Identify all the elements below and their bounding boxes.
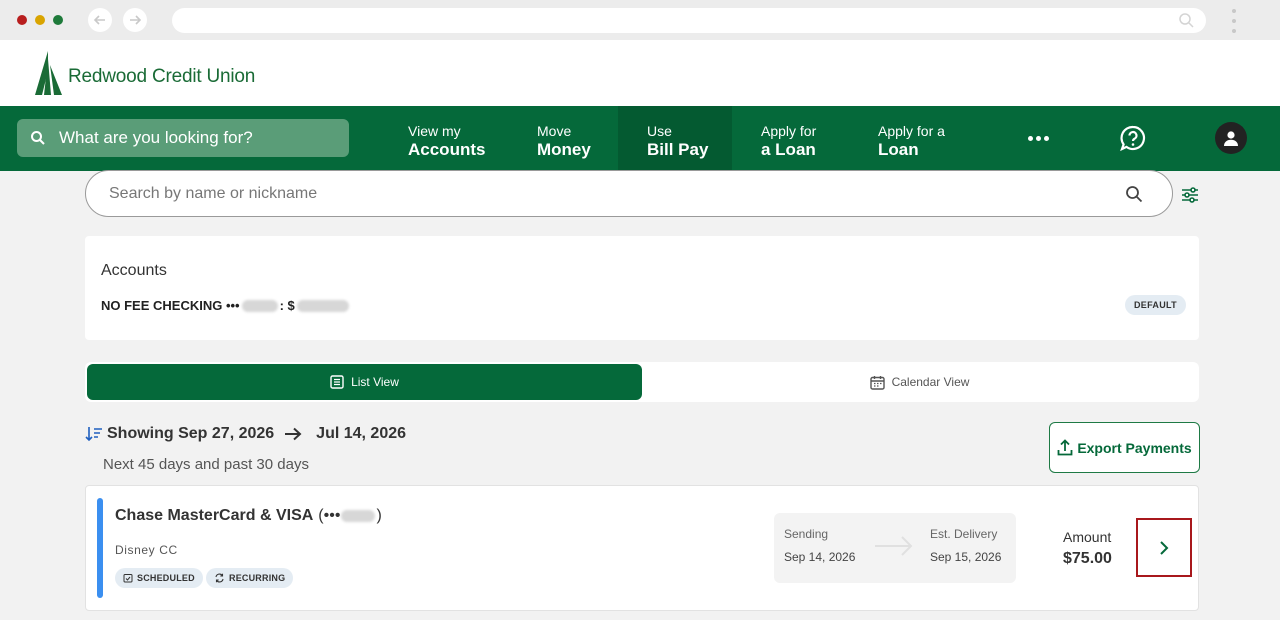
kebab-icon[interactable]	[1229, 9, 1239, 33]
arrow-right-icon	[285, 427, 302, 441]
minimize-window-dot[interactable]	[35, 15, 45, 25]
search-icon[interactable]	[1125, 185, 1143, 203]
amount-label: Amount	[1063, 529, 1112, 545]
export-payments-button[interactable]: Export Payments	[1049, 422, 1200, 473]
amount-value: $75.00	[1063, 550, 1112, 567]
accounts-card: Accounts NO FEE CHECKING ••• : $ DEFAULT	[85, 236, 1199, 340]
payment-details-button[interactable]	[1136, 518, 1192, 577]
payee-account-suffix: (••• )	[318, 507, 381, 525]
user-profile-icon[interactable]	[1215, 122, 1247, 154]
calendar-icon	[869, 375, 885, 390]
view-toggle: List View Calendar View	[85, 362, 1199, 402]
nav-item-line2: Loan	[878, 140, 919, 159]
main-nav: What are you looking for? View my Accoun…	[0, 106, 1280, 171]
browser-forward-button[interactable]	[123, 8, 147, 32]
payment-dates: Sending Sep 14, 2026 Est. Delivery Sep 1…	[774, 513, 1016, 583]
masked-payee-account	[341, 510, 376, 522]
nav-item-line2: Bill Pay	[647, 140, 709, 159]
chevron-right-icon	[1160, 540, 1169, 555]
nav-item-line1: Move	[537, 123, 572, 139]
repeat-icon	[215, 573, 224, 583]
sending-date: Sep 14, 2026	[784, 550, 856, 564]
site-search-input[interactable]: What are you looking for?	[17, 119, 349, 157]
nav-item-line1: Apply for	[761, 123, 817, 139]
scheduled-label: SCHEDULED	[137, 573, 195, 583]
masked-balance	[296, 299, 349, 312]
redwood-tree-icon	[35, 51, 62, 95]
site-search-placeholder: What are you looking for?	[59, 128, 253, 147]
range-subtitle: Next 45 days and past 30 days	[103, 456, 309, 473]
date-range: Showing Sep 27, 2026 Jul 14, 2026	[85, 425, 406, 443]
nav-item-line2: Accounts	[408, 140, 486, 159]
scheduled-badge: SCHEDULED	[115, 568, 203, 588]
suffix-close: )	[376, 507, 382, 524]
browser-chrome	[0, 0, 1280, 40]
recurring-label: RECURRING	[229, 573, 286, 583]
more-options-icon[interactable]	[1028, 136, 1049, 141]
nav-apply-for-a-loan[interactable]: Apply for a Loan	[878, 106, 945, 171]
nav-item-line2: Money	[537, 140, 591, 159]
account-separator: : $	[279, 298, 295, 313]
maximize-window-dot[interactable]	[53, 15, 63, 25]
payee-search-placeholder: Search by name or nickname	[109, 184, 318, 202]
sending-label: Sending	[784, 527, 829, 541]
list-view-button[interactable]: List View	[87, 364, 642, 400]
person-icon	[1224, 131, 1238, 146]
upload-icon	[1057, 439, 1073, 456]
filter-sliders-icon[interactable]	[1181, 187, 1199, 203]
recurring-badge: RECURRING	[206, 568, 294, 588]
list-icon	[330, 375, 344, 389]
accounts-title: Accounts	[101, 262, 167, 279]
status-bar	[97, 498, 103, 598]
arrow-right-icon	[875, 536, 913, 556]
range-start: Showing Sep 27, 2026	[107, 425, 275, 442]
arrow-left-icon	[93, 15, 105, 25]
brand-name: Redwood Credit Union	[68, 66, 256, 87]
list-view-label: List View	[351, 375, 399, 389]
search-icon	[1179, 13, 1194, 28]
account-row[interactable]: NO FEE CHECKING ••• : $	[101, 298, 349, 313]
help-chat-icon[interactable]	[1118, 124, 1148, 154]
close-window-dot[interactable]	[17, 15, 27, 25]
calendar-view-label: Calendar View	[891, 375, 970, 389]
payee-search-input[interactable]: Search by name or nickname	[85, 170, 1173, 217]
masked-account-number	[241, 299, 278, 312]
nav-move-money[interactable]: Move Money	[537, 106, 591, 171]
delivery-label: Est. Delivery	[930, 527, 998, 541]
sort-icon[interactable]	[85, 426, 103, 442]
calendar-check-icon	[123, 574, 133, 583]
suffix-open: (•••	[318, 507, 341, 524]
nav-bill-pay[interactable]: Use Bill Pay	[618, 106, 732, 171]
account-name: NO FEE CHECKING •••	[101, 298, 240, 313]
browser-back-button[interactable]	[88, 8, 112, 32]
nav-apply-loan[interactable]: Apply for a Loan	[761, 106, 816, 171]
address-bar[interactable]	[172, 8, 1206, 33]
default-badge: DEFAULT	[1125, 295, 1186, 315]
export-label: Export Payments	[1077, 439, 1192, 456]
nav-item-line2: a Loan	[761, 140, 816, 159]
delivery-date: Sep 15, 2026	[930, 550, 1002, 564]
payment-card[interactable]: Chase MasterCard & VISA (••• ) Disney CC…	[85, 485, 1199, 611]
calendar-view-button[interactable]: Calendar View	[642, 364, 1197, 400]
brand-logo[interactable]: Redwood Credit Union	[34, 51, 255, 97]
nav-item-line1: Apply for a	[878, 123, 945, 139]
search-icon	[31, 131, 45, 145]
payee-name-row: Chase MasterCard & VISA (••• )	[115, 507, 382, 525]
payee-name: Chase MasterCard & VISA	[115, 507, 314, 524]
range-end: Jul 14, 2026	[316, 425, 407, 442]
site-header: Redwood Credit Union	[0, 40, 1280, 106]
nav-item-line1: View my	[408, 123, 461, 139]
nav-view-accounts[interactable]: View my Accounts	[408, 106, 485, 171]
arrow-right-icon	[130, 15, 142, 25]
nav-item-line1: Use	[647, 123, 672, 139]
payee-nickname: Disney CC	[115, 543, 178, 557]
